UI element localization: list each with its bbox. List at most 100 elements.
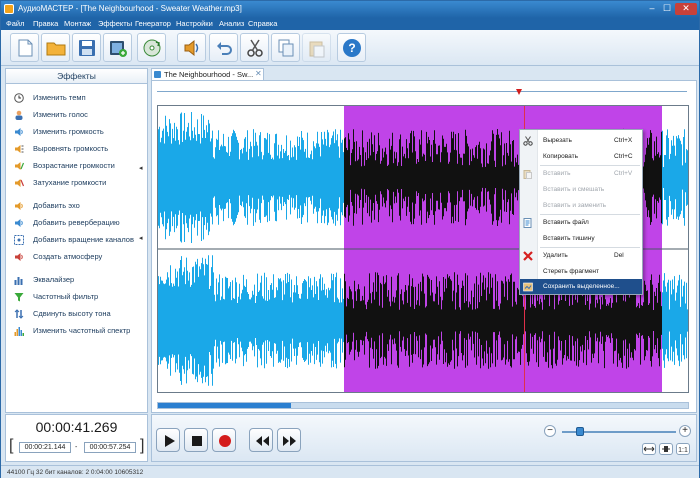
scrollbar-thumb[interactable] xyxy=(158,403,291,408)
reverb-icon xyxy=(15,219,23,227)
title-bar: АудиоМАСТЕР - [The Neighbourhood - Sweat… xyxy=(1,1,699,18)
undo-icon xyxy=(217,42,232,55)
help-icon: ? xyxy=(343,39,361,57)
menu-item-insert-silence[interactable]: Вставить тишину xyxy=(520,231,642,246)
atmosphere-icon xyxy=(15,253,23,261)
menu-item-paste-replace[interactable]: Вставить и заменить xyxy=(520,198,642,213)
copy-icon xyxy=(278,39,294,57)
document-tabbar: The Neighbourhood - Sw... ✕ xyxy=(151,68,697,80)
tab-sweater-weather[interactable]: The Neighbourhood - Sw... ✕ xyxy=(151,68,264,80)
menu-item-delete[interactable]: Удалить Del xyxy=(520,248,642,263)
maximize-button[interactable]: ☐ xyxy=(660,3,674,15)
menu-settings[interactable]: Настройки xyxy=(176,19,213,28)
new-file-icon xyxy=(18,39,33,57)
menu-item-paste[interactable]: Вставить Ctrl+V xyxy=(520,166,642,181)
horizontal-scrollbar[interactable] xyxy=(157,402,689,409)
echo-icon xyxy=(15,202,23,210)
undo-button[interactable] xyxy=(209,33,238,62)
fit-width-button[interactable] xyxy=(642,443,656,455)
menu-help[interactable]: Справка xyxy=(248,19,277,28)
fast-forward-button[interactable] xyxy=(277,428,301,452)
app-logo-icon xyxy=(4,4,14,14)
paste-icon xyxy=(523,170,532,179)
volume-speaker-icon xyxy=(15,128,23,136)
add-clip-button[interactable] xyxy=(103,33,132,62)
save-selection-icon xyxy=(523,282,533,292)
zoom-in-button[interactable]: + xyxy=(679,425,691,437)
normalize-icon xyxy=(15,145,24,153)
rewind-icon xyxy=(256,436,269,446)
status-bar: 44100 Гц 32 бит каналов: 2 0:04:00 10605… xyxy=(1,465,699,478)
context-menu: Вырезать Ctrl+X Копировать Ctrl+C Встави… xyxy=(519,129,643,295)
selection-end-field[interactable]: 00:00:57.254 xyxy=(84,442,136,453)
record-button[interactable] xyxy=(212,428,236,452)
delete-x-icon xyxy=(523,251,533,261)
selection-start-field[interactable]: 00:00:21.144 xyxy=(19,442,71,453)
sound-button[interactable] xyxy=(177,33,206,62)
menu-generator[interactable]: Генератор xyxy=(135,19,171,28)
svg-text:?: ? xyxy=(348,41,355,55)
menu-effects[interactable]: Эффекты xyxy=(98,19,132,28)
new-file-button[interactable] xyxy=(10,33,39,62)
audio-info-text: 44100 Гц 32 бит каналов: 2 0:04:00 10605… xyxy=(7,469,144,476)
refresh-cd-icon xyxy=(143,39,161,57)
menu-montage[interactable]: Монтаж xyxy=(64,19,91,28)
paste-button[interactable] xyxy=(302,33,331,62)
svg-text:1:1: 1:1 xyxy=(678,447,688,454)
open-folder-icon xyxy=(46,42,66,56)
stop-icon xyxy=(192,436,202,446)
app-window: АудиоМАСТЕР - [The Neighbourhood - Sweat… xyxy=(0,0,700,478)
collapse-panel-icon[interactable]: ◂ xyxy=(139,164,145,172)
audio-file-icon xyxy=(154,71,161,78)
window-title: АудиоМАСТЕР - [The Neighbourhood - Sweat… xyxy=(18,4,242,13)
copy-button[interactable] xyxy=(271,33,300,62)
tempo-clock-icon xyxy=(14,93,24,103)
tab-close-icon[interactable]: ✕ xyxy=(255,69,262,78)
help-button[interactable]: ? xyxy=(337,33,366,62)
play-icon xyxy=(165,435,175,447)
transport-bar: − + 1:1 xyxy=(151,414,697,462)
close-button[interactable]: ✕ xyxy=(675,3,697,15)
zoom-out-button[interactable]: − xyxy=(544,425,556,437)
menu-file[interactable]: Файл xyxy=(6,19,24,28)
stop-button[interactable] xyxy=(184,428,208,452)
zoom-selection-button[interactable] xyxy=(659,443,673,455)
paste-icon xyxy=(309,41,325,58)
bracket-left: [ xyxy=(9,437,14,454)
spectrum-icon xyxy=(14,327,24,336)
zoom-selection-icon xyxy=(662,446,670,452)
minimize-button[interactable]: – xyxy=(645,3,659,15)
rewind-button[interactable] xyxy=(249,428,273,452)
refresh-button[interactable] xyxy=(137,33,166,62)
menu-item-erase-fragment[interactable]: Стереть фрагмент xyxy=(520,264,642,279)
collapse-panel-icon[interactable]: ◂ xyxy=(139,234,145,242)
fade-in-icon xyxy=(15,162,24,170)
save-button[interactable] xyxy=(72,33,101,62)
effects-panel-title: Эффекты xyxy=(6,69,147,84)
bracket-right: ] xyxy=(140,437,145,454)
menu-item-cut[interactable]: Вырезать Ctrl+X xyxy=(520,133,642,148)
filter-funnel-icon xyxy=(14,293,24,302)
timeline-ruler[interactable] xyxy=(157,91,687,101)
cut-button[interactable] xyxy=(240,33,269,62)
menu-analysis[interactable]: Анализ xyxy=(219,19,244,28)
add-clip-icon xyxy=(110,41,127,57)
insert-file-icon xyxy=(523,218,532,228)
record-icon xyxy=(219,435,231,447)
play-button[interactable] xyxy=(156,428,180,452)
menu-item-insert-file[interactable]: Вставить файл xyxy=(520,215,642,230)
fit-width-icon xyxy=(643,446,655,452)
menu-item-copy[interactable]: Копировать Ctrl+C xyxy=(520,149,642,164)
menu-edit[interactable]: Правка xyxy=(33,19,58,28)
fade-out-icon xyxy=(15,179,24,187)
zoom-reset-button[interactable]: 1:1 xyxy=(676,443,690,455)
menu-item-save-selection[interactable]: Сохранить выделенное... xyxy=(520,279,642,294)
zoom-slider-knob[interactable] xyxy=(576,427,584,436)
open-button[interactable] xyxy=(41,33,70,62)
time-panel: 00:00:41.269 [ 00:00:21.144 - 00:00:57.2… xyxy=(5,414,148,462)
scissors-icon xyxy=(523,136,533,146)
pitch-shift-icon xyxy=(14,309,24,319)
playhead-marker[interactable] xyxy=(516,89,522,95)
current-time: 00:00:41.269 xyxy=(35,419,118,435)
menu-item-paste-mix[interactable]: Вставить и смешать xyxy=(520,182,642,197)
